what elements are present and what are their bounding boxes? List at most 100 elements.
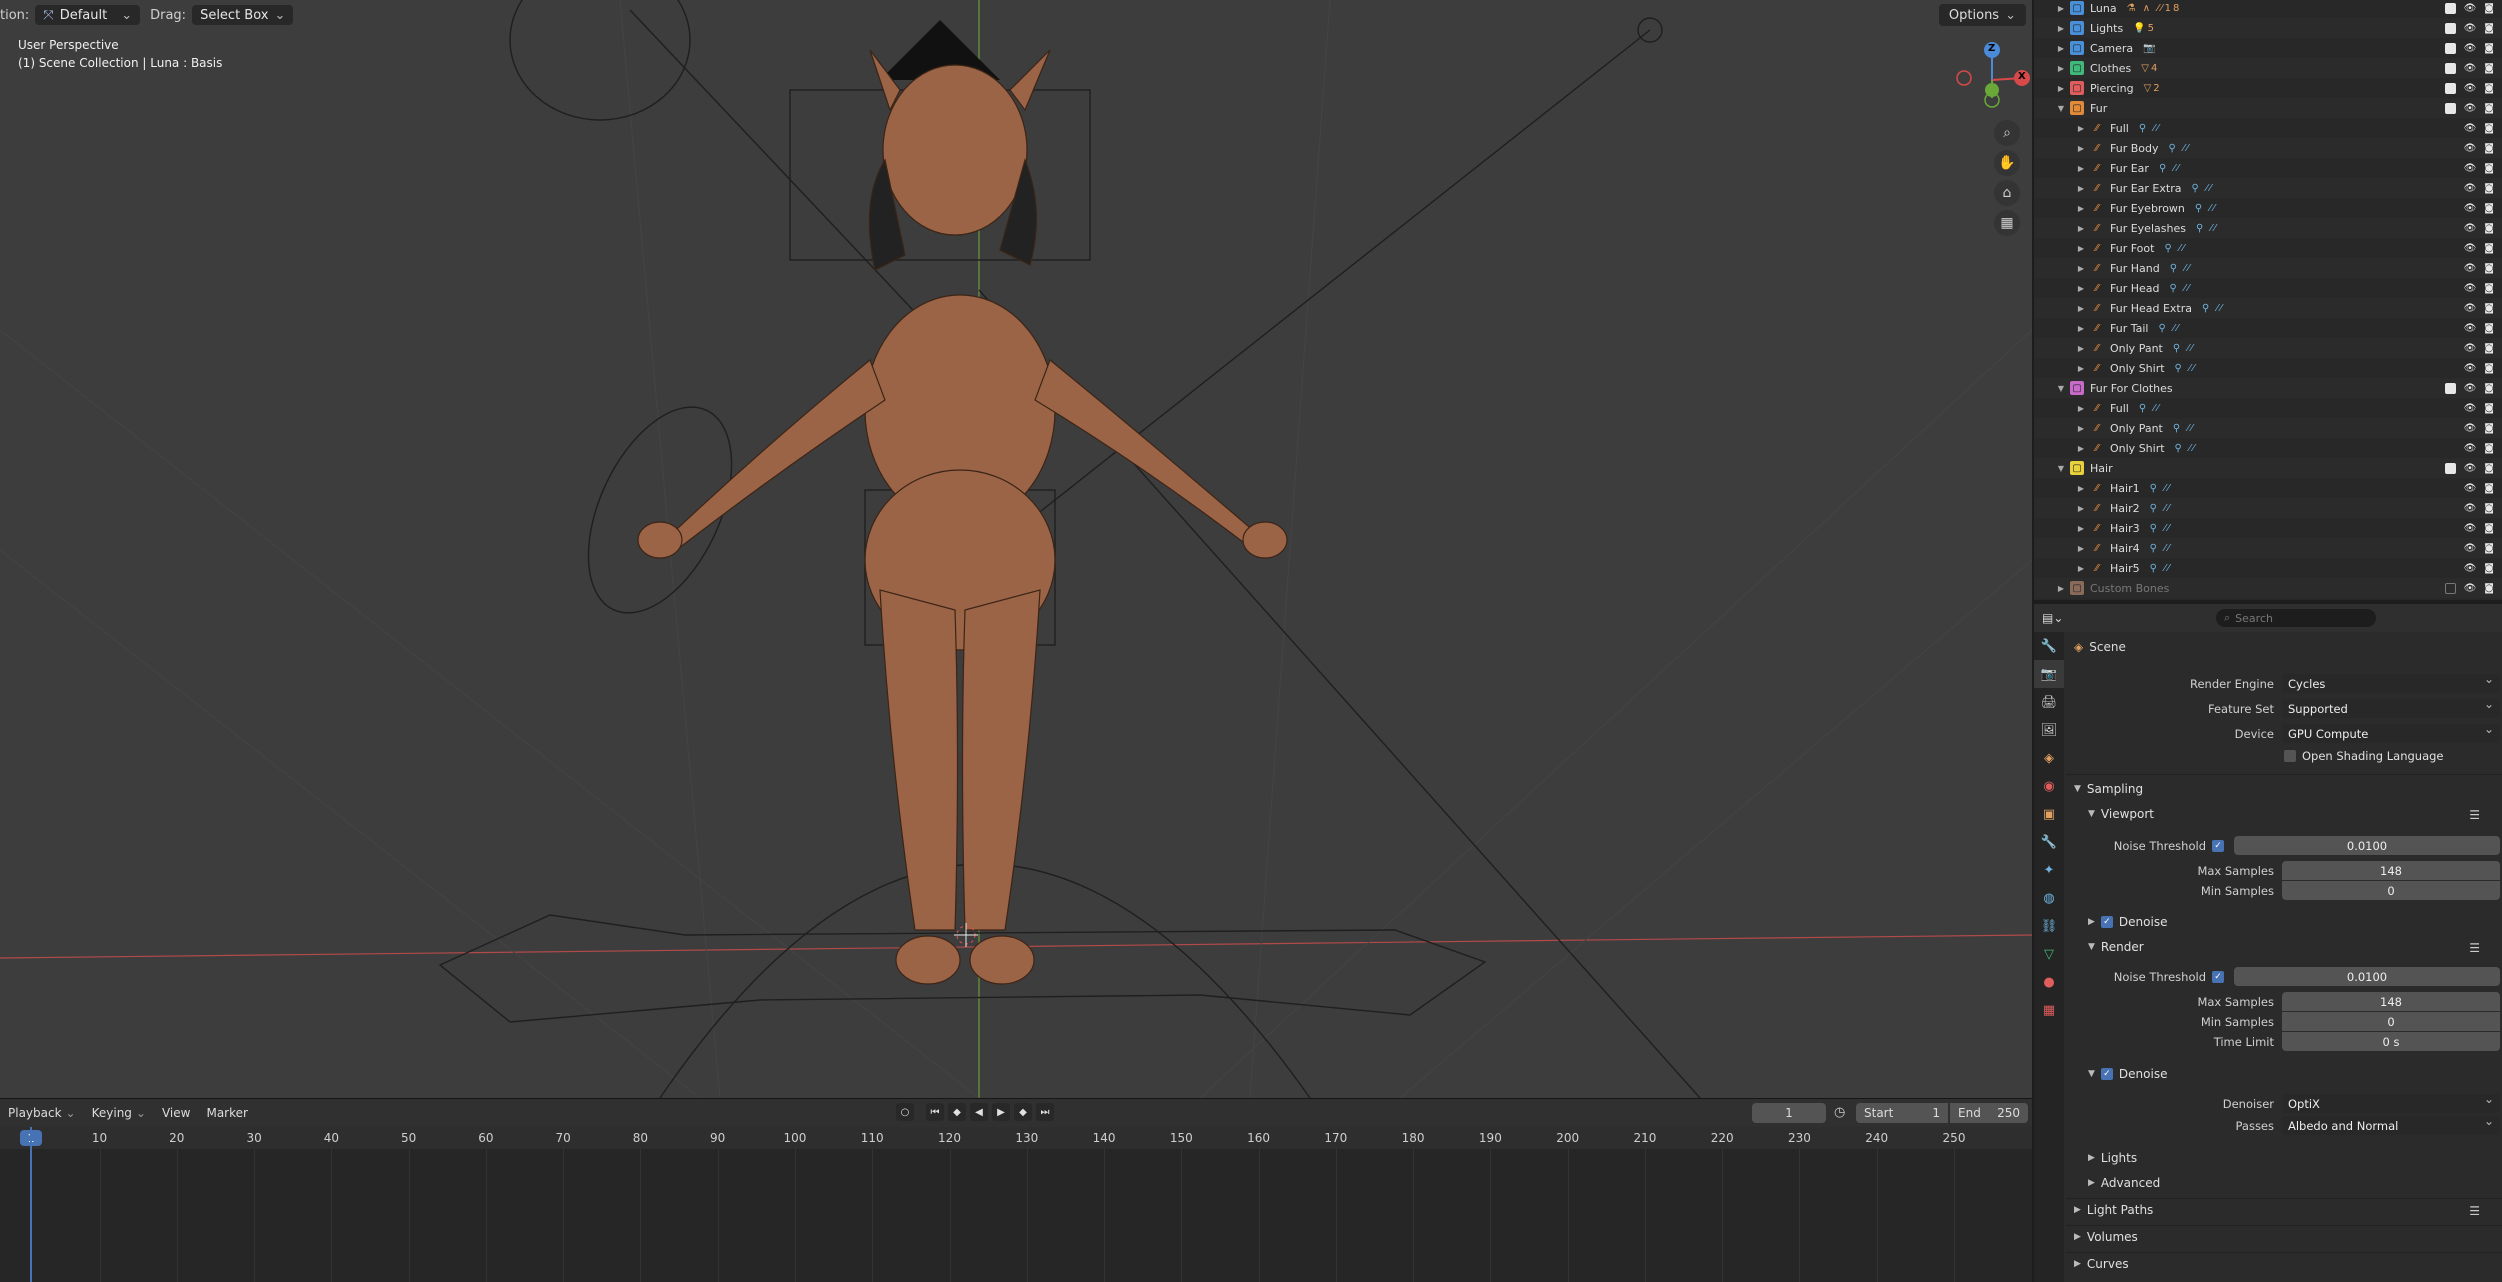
render-camera-icon[interactable]: ◙ <box>2484 363 2494 374</box>
eye-icon[interactable]: 👁 <box>2464 463 2477 474</box>
light-paths-panel[interactable]: ▶ Light Paths <box>2074 1203 2153 1217</box>
chevron-right-icon[interactable]: ▶ <box>2056 584 2066 593</box>
grid-icon[interactable]: ▦ <box>1994 210 2020 236</box>
record-icon[interactable]: ○ <box>896 1103 914 1121</box>
render-camera-icon[interactable]: ◙ <box>2484 143 2494 154</box>
navigation-gizmo[interactable]: Z X <box>1952 40 2032 120</box>
options-button[interactable]: Options ⌄ <box>1938 4 2026 26</box>
render-camera-icon[interactable]: ◙ <box>2484 483 2494 494</box>
world-icon[interactable]: ◉ <box>2034 772 2064 800</box>
exclude-checkbox[interactable] <box>2444 62 2456 74</box>
outliner-item[interactable]: ▶ ⁄⁄ Only Shirt ⚲ ⁄⁄ 👁 ◙ <box>2034 358 2502 378</box>
eye-icon[interactable]: 👁 <box>2464 123 2477 134</box>
lights-subpanel[interactable]: ▶ Lights <box>2088 1151 2137 1165</box>
3d-viewport[interactable]: tion: ⤧ Default ⌄ Drag: Select Box ⌄ Opt… <box>0 0 2032 1098</box>
render-camera-icon[interactable]: ◙ <box>2484 463 2494 474</box>
render-camera-icon[interactable]: ◙ <box>2484 563 2494 574</box>
render-camera-icon[interactable]: ◙ <box>2484 323 2494 334</box>
outliner-item[interactable]: ▶ ⁄⁄ Fur Ear Extra ⚲ ⁄⁄ 👁 ◙ <box>2034 178 2502 198</box>
chevron-right-icon[interactable]: ▶ <box>2076 324 2086 333</box>
eye-icon[interactable]: 👁 <box>2464 223 2477 234</box>
play-reverse-icon[interactable]: ◀ <box>970 1103 988 1121</box>
eye-icon[interactable]: 👁 <box>2464 43 2477 54</box>
material-icon[interactable]: ● <box>2034 968 2064 996</box>
chevron-right-icon[interactable]: ▶ <box>2076 284 2086 293</box>
render-camera-icon[interactable]: ◙ <box>2484 83 2494 94</box>
outliner-collection[interactable]: ▶ ▢ Camera 📷 👁 ◙ <box>2034 38 2502 58</box>
outliner-item[interactable]: ▶ ⁄⁄ Full ⚲ ⁄⁄ 👁 ◙ <box>2034 118 2502 138</box>
outliner-item[interactable]: ▶ ⁄⁄ Fur Eyelashes ⚲ ⁄⁄ 👁 ◙ <box>2034 218 2502 238</box>
hand-icon[interactable]: ✋ <box>1994 150 2020 176</box>
outliner[interactable]: ▶ ▢ Luna ⚗ ∧ ⁄⁄18 👁 ◙ ▶ ▢ Lights 💡5 👁 ◙ ▶ ▢ Camera 📷 👁 ◙ ▶… <box>2034 0 2502 600</box>
playback-menu[interactable]: Playback ⌄ <box>0 1106 84 1120</box>
marker-menu[interactable]: Marker <box>198 1106 255 1120</box>
exclude-checkbox[interactable] <box>2444 102 2456 114</box>
render-camera-icon[interactable]: ◙ <box>2484 43 2494 54</box>
chevron-right-icon[interactable]: ▶ <box>2076 164 2086 173</box>
render-camera-icon[interactable]: ◙ <box>2484 543 2494 554</box>
r-max-samples-field[interactable]: 148 <box>2282 992 2500 1011</box>
render-icon[interactable]: 📷 <box>2034 660 2064 688</box>
eye-icon[interactable]: 👁 <box>2464 243 2477 254</box>
eye-icon[interactable]: 👁 <box>2464 323 2477 334</box>
chevron-right-icon[interactable]: ▶ <box>2076 144 2086 153</box>
render-camera-icon[interactable]: ◙ <box>2484 303 2494 314</box>
chevron-right-icon[interactable]: ▶ <box>2076 524 2086 533</box>
outliner-collection[interactable]: ▼ ▢ Fur For Clothes 👁 ◙ <box>2034 378 2502 398</box>
chevron-right-icon[interactable]: ▶ <box>2076 564 2086 573</box>
render-camera-icon[interactable]: ◙ <box>2484 523 2494 534</box>
playhead[interactable] <box>30 1127 32 1282</box>
exclude-checkbox[interactable] <box>2444 382 2456 394</box>
render-camera-icon[interactable]: ◙ <box>2484 263 2494 274</box>
camera-icon[interactable]: ⌂ <box>1994 180 2020 206</box>
eye-icon[interactable]: 👁 <box>2464 523 2477 534</box>
modifier-icon[interactable]: 🔧 <box>2034 828 2064 856</box>
chevron-right-icon[interactable]: ▶ <box>2076 364 2086 373</box>
drag-select-dropdown[interactable]: Select Box ⌄ <box>192 5 294 25</box>
time-limit-field[interactable]: 0 s <box>2282 1032 2500 1051</box>
chevron-right-icon[interactable]: ▶ <box>2076 244 2086 253</box>
timeline[interactable]: Playback ⌄ Keying ⌄ View Marker ○ ⏮ ◆ ◀ ▶ … <box>0 1098 2032 1282</box>
advanced-subpanel[interactable]: ▶ Advanced <box>2088 1176 2160 1190</box>
chevron-right-icon[interactable]: ▶ <box>2076 424 2086 433</box>
outliner-item[interactable]: ▶ ⁄⁄ Hair3 ⚲ ⁄⁄ 👁 ◙ <box>2034 518 2502 538</box>
eye-icon[interactable]: 👁 <box>2464 63 2477 74</box>
r-min-samples-field[interactable]: 0 <box>2282 1012 2500 1031</box>
chevron-right-icon[interactable]: ▶ <box>2056 64 2066 73</box>
presets-icon[interactable]: ☰ <box>2469 941 2480 955</box>
outliner-item[interactable]: ▶ ⁄⁄ Hair2 ⚲ ⁄⁄ 👁 ◙ <box>2034 498 2502 518</box>
eye-icon[interactable]: 👁 <box>2464 143 2477 154</box>
chevron-right-icon[interactable]: ▶ <box>2056 4 2066 13</box>
volumes-panel[interactable]: ▶ Volumes <box>2074 1230 2138 1244</box>
current-frame-field[interactable]: 1 <box>1752 1103 1826 1123</box>
render-camera-icon[interactable]: ◙ <box>2484 243 2494 254</box>
start-frame-field[interactable]: Start 1 <box>1856 1103 1948 1123</box>
vp-noise-checkbox[interactable]: ✓ <box>2212 840 2224 852</box>
end-frame-field[interactable]: End 250 <box>1950 1103 2028 1123</box>
eye-icon[interactable]: 👁 <box>2464 83 2477 94</box>
data-icon[interactable]: ▽ <box>2034 940 2064 968</box>
particles-icon[interactable]: ✦ <box>2034 856 2064 884</box>
eye-icon[interactable]: 👁 <box>2464 383 2477 394</box>
object-icon[interactable]: ▣ <box>2034 800 2064 828</box>
exclude-checkbox[interactable] <box>2444 2 2456 14</box>
jump-start-icon[interactable]: ⏮ <box>926 1103 944 1121</box>
properties-editor[interactable]: ▤⌄ ⌕ Search 🔧 📷 🖨 🖼 ◈ ◉ ▣ 🔧 ✦ ◍ ⛓ ▽ ● ▦ ◈ Scene Rende… <box>2034 604 2502 1282</box>
render-camera-icon[interactable]: ◙ <box>2484 183 2494 194</box>
exclude-checkbox[interactable] <box>2444 42 2456 54</box>
outliner-item[interactable]: ▶ ⁄⁄ Only Pant ⚲ ⁄⁄ 👁 ◙ <box>2034 418 2502 438</box>
outliner-item[interactable]: ▶ ⁄⁄ Fur Hand ⚲ ⁄⁄ 👁 ◙ <box>2034 258 2502 278</box>
presets-icon[interactable]: ☰ <box>2469 1204 2480 1218</box>
chevron-right-icon[interactable]: ▶ <box>2076 184 2086 193</box>
view-menu[interactable]: View <box>154 1106 198 1120</box>
osl-checkbox-row[interactable]: Open Shading Language <box>2284 749 2444 763</box>
outliner-item[interactable]: ▶ ⁄⁄ Fur Tail ⚲ ⁄⁄ 👁 ◙ <box>2034 318 2502 338</box>
render-camera-icon[interactable]: ◙ <box>2484 23 2494 34</box>
chevron-right-icon[interactable]: ▶ <box>2076 484 2086 493</box>
chevron-right-icon[interactable]: ▶ <box>2076 204 2086 213</box>
search-input[interactable]: ⌕ Search <box>2216 609 2376 627</box>
outliner-collection[interactable]: ▶ ▢ Luna ⚗ ∧ ⁄⁄18 👁 ◙ <box>2034 0 2502 18</box>
eye-icon[interactable]: 👁 <box>2464 203 2477 214</box>
tool-icon[interactable]: 🔧 <box>2034 632 2064 660</box>
chevron-down-icon[interactable]: ▼ <box>2056 384 2066 393</box>
